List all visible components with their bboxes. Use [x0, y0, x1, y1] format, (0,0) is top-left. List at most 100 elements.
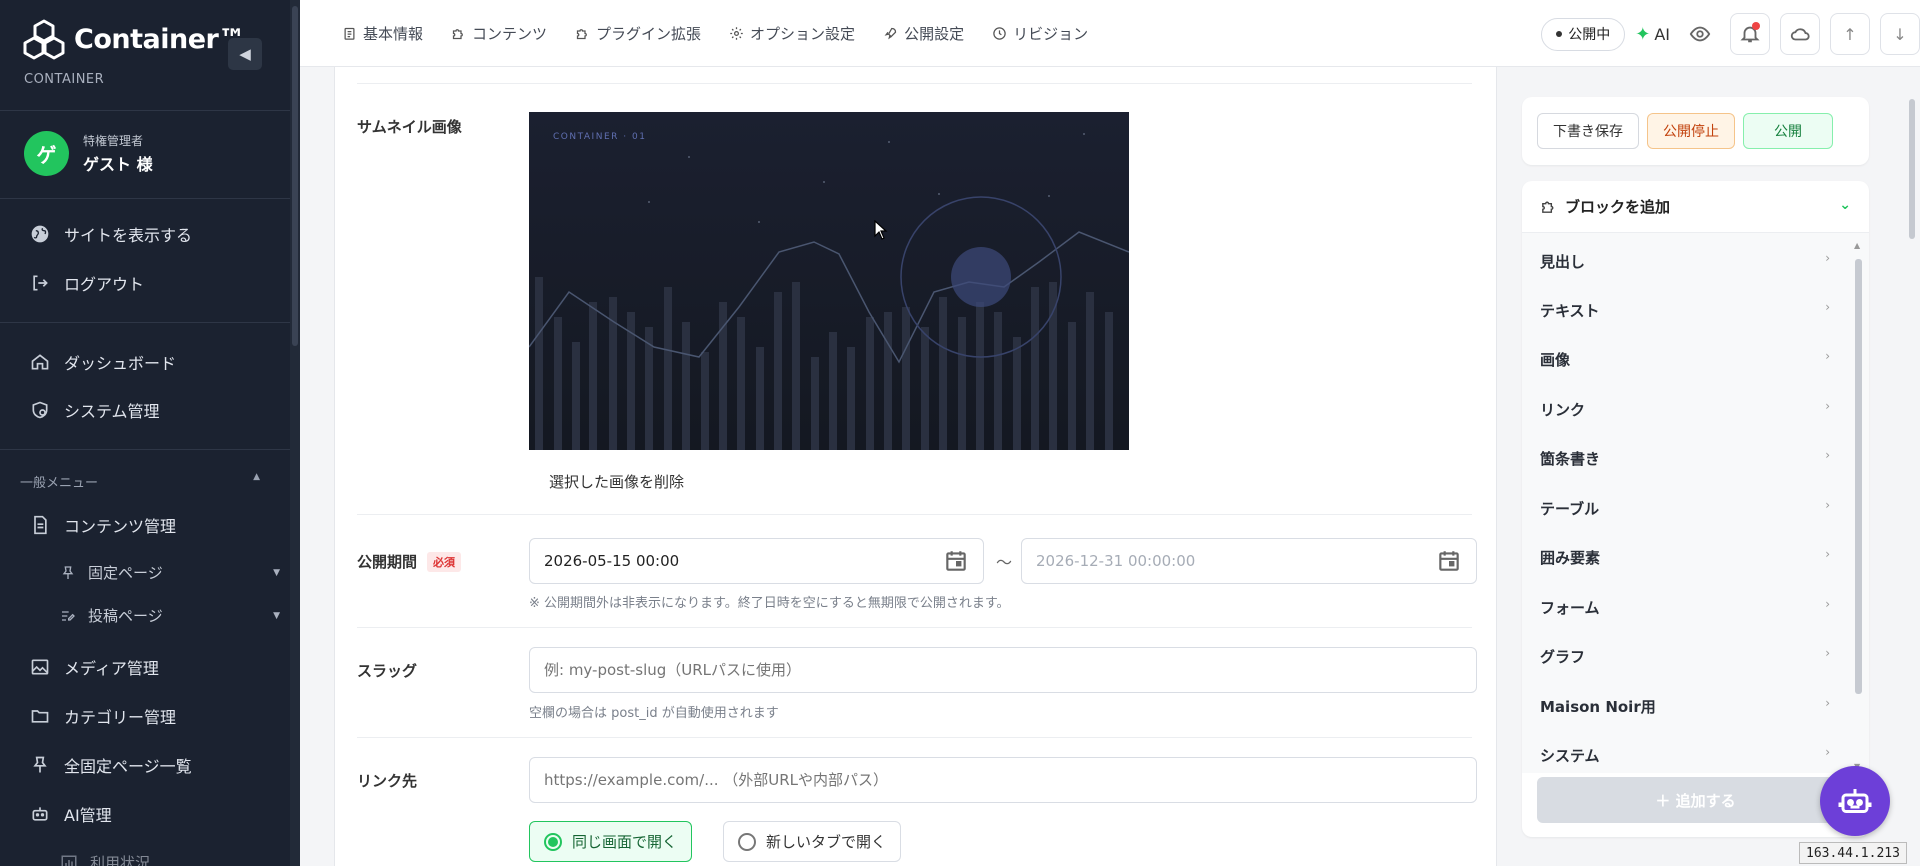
ai-label: AI管理 — [64, 806, 112, 825]
move-down-button[interactable]: ↓ — [1880, 13, 1920, 55]
chevron-right-icon: › — [1825, 448, 1830, 462]
tab-options[interactable]: オプション設定 — [729, 23, 855, 44]
block-list-scrollbar[interactable]: ▲ ▼ — [1854, 241, 1864, 771]
sidebar-item-dashboard[interactable]: ダッシュボード — [30, 350, 176, 374]
user-role: 特権管理者 — [83, 134, 144, 148]
open-same-window-radio[interactable]: 同じ画面で開く — [529, 821, 693, 862]
chevron-right-icon: › — [1825, 251, 1830, 265]
ai-button[interactable]: ✦ AI — [1635, 18, 1670, 51]
tab-content[interactable]: コンテンツ — [451, 23, 547, 44]
tab-revisions[interactable]: リビジョン — [992, 23, 1088, 44]
move-up-button[interactable]: ↑ — [1830, 13, 1870, 55]
scroll-up-icon[interactable]: ▲ — [1854, 241, 1860, 250]
block-item-table[interactable]: テーブル › — [1540, 498, 1830, 519]
shield-gear-icon — [32, 401, 48, 419]
image-icon — [31, 659, 49, 675]
usage-label: 利用状況 — [90, 854, 151, 866]
sidebar-item-all-pages[interactable]: 全固定ページ一覧 — [30, 753, 192, 777]
tab-publish-settings[interactable]: 公開設定 — [883, 23, 964, 44]
sidebar-item-usage[interactable]: 利用状況 — [60, 852, 280, 866]
block-item-label: テキスト — [1540, 302, 1600, 320]
chevron-right-icon: › — [1825, 646, 1830, 660]
block-item-label: システム — [1540, 747, 1600, 765]
tab-basic-info[interactable]: 基本情報 — [342, 23, 423, 44]
edit-list-icon — [62, 610, 75, 621]
open-new-tab-radio[interactable]: 新しいタブで開く — [723, 821, 902, 862]
block-item-graph[interactable]: グラフ › — [1540, 646, 1830, 667]
logout-link[interactable]: ログアウト — [30, 271, 144, 295]
block-item-label: 箇条書き — [1540, 450, 1601, 468]
block-item-heading[interactable]: 見出し › — [1540, 251, 1830, 272]
thumbnail-image[interactable]: CONTAINER · 01 — [529, 112, 1129, 450]
puzzle-icon — [1542, 201, 1554, 213]
sidebar-item-ai[interactable]: AI管理 — [30, 802, 112, 826]
cubes-logo-icon — [23, 19, 65, 60]
chevron-right-icon: › — [1825, 597, 1830, 611]
logo[interactable]: Container™ — [22, 18, 245, 60]
status-badge[interactable]: 公開中 — [1541, 17, 1626, 51]
calendar-icon[interactable] — [1436, 548, 1462, 574]
sidebar-item-fixed-pages[interactable]: 固定ページ ▼ — [60, 562, 280, 583]
block-list: 見出し › テキスト › 画像 › リンク › 箇条書き › テーブル › 囲み要素 › フォ… — [1522, 233, 1869, 773]
slug-help: 空欄の場合は post_id が自動使用されます — [529, 706, 779, 721]
block-item-text[interactable]: テキスト › — [1540, 300, 1830, 321]
sidebar-item-category[interactable]: カテゴリー管理 — [30, 704, 176, 728]
chevron-right-icon: › — [1825, 300, 1830, 314]
publish-end-field[interactable]: 2026-12-31 00:00:00 — [1021, 538, 1477, 584]
add-block-header[interactable]: ブロックを追加 ⌄ — [1522, 181, 1869, 233]
delete-image-button[interactable]: 選択した画像を削除 — [549, 471, 684, 492]
chevron-right-icon: › — [1825, 349, 1830, 363]
block-item-list[interactable]: 箇条書き › — [1540, 448, 1830, 469]
publish-start-value: 2026-05-15 00:00 — [544, 552, 680, 570]
sidebar-collapse-button[interactable]: ◀ — [228, 38, 262, 70]
sidebar-item-content[interactable]: コンテンツ管理 — [30, 513, 176, 537]
sidebar-item-system[interactable]: システム管理 — [30, 398, 160, 422]
tab-plugins[interactable]: プラグイン拡張 — [575, 23, 701, 44]
block-item-system[interactable]: システム › — [1540, 745, 1830, 766]
link-label: リンク先 — [357, 770, 417, 791]
divider — [0, 110, 290, 111]
block-item-link[interactable]: リンク › — [1540, 399, 1830, 420]
thumbnail-caption: CONTAINER · 01 — [553, 132, 646, 142]
slug-input[interactable] — [529, 647, 1477, 693]
chatbot-button[interactable] — [1820, 766, 1890, 836]
view-site-link[interactable]: サイトを表示する — [30, 222, 192, 246]
slug-label: スラッグ — [357, 660, 417, 681]
block-item-image[interactable]: 画像 › — [1540, 349, 1830, 370]
block-item-form[interactable]: フォーム › — [1540, 597, 1830, 618]
chevron-down-icon: ⌄ — [1839, 197, 1851, 213]
menu-section-label[interactable]: 一般メニュー ▲ — [20, 472, 260, 491]
save-draft-button[interactable]: 下書き保存 — [1537, 113, 1639, 149]
publish-button[interactable]: 公開 — [1743, 113, 1833, 149]
puzzle-icon — [452, 29, 463, 40]
tab-label: 基本情報 — [363, 25, 424, 43]
calendar-icon[interactable] — [943, 548, 969, 574]
link-input[interactable] — [529, 757, 1477, 803]
publish-start-field[interactable]: 2026-05-15 00:00 — [529, 538, 984, 584]
arrow-down-icon: ↓ — [1893, 24, 1907, 44]
block-item-box[interactable]: 囲み要素 › — [1540, 547, 1830, 568]
sidebar-item-posts[interactable]: 投稿ページ ▼ — [60, 605, 280, 626]
block-item-label: テーブル — [1540, 500, 1600, 518]
sidebar-item-media[interactable]: メディア管理 — [30, 655, 159, 679]
media-label: メディア管理 — [64, 659, 159, 678]
chevron-right-icon: › — [1825, 498, 1830, 512]
pin-icon — [33, 756, 47, 773]
preview-button[interactable] — [1680, 13, 1720, 55]
tab-label: 公開設定 — [904, 25, 965, 43]
block-item-label: Maison Noir用 — [1540, 698, 1656, 716]
gear-icon — [730, 27, 743, 40]
notifications-button[interactable] — [1730, 13, 1770, 55]
globe-icon — [31, 225, 49, 243]
add-block-button[interactable]: ＋ 追加する — [1537, 777, 1854, 823]
block-item-maison-noir[interactable]: Maison Noir用 › — [1540, 696, 1830, 717]
divider — [357, 514, 1472, 515]
cloud-button[interactable] — [1780, 13, 1820, 55]
right-panel-scrollbar[interactable] — [1909, 99, 1915, 239]
user-info: ゲ 特権管理者 ゲスト 様 — [24, 131, 153, 176]
sidebar-scrollbar[interactable] — [290, 0, 300, 866]
divider — [0, 198, 290, 199]
divider — [357, 83, 1472, 84]
status-dot-icon — [1556, 31, 1563, 37]
unpublish-button[interactable]: 公開停止 — [1647, 113, 1735, 149]
